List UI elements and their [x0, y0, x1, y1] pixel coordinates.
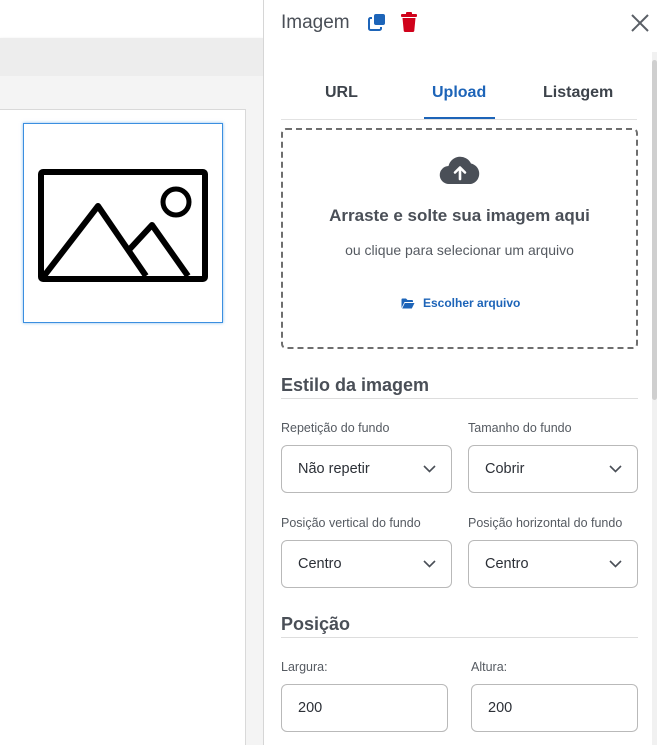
- repeat-label: Repetição do fundo: [281, 421, 390, 435]
- duplicate-icon[interactable]: [368, 13, 386, 31]
- chevron-down-icon: [423, 465, 436, 473]
- height-input[interactable]: 200: [471, 684, 638, 732]
- tab-listagem[interactable]: Listagem: [543, 84, 613, 102]
- chevron-down-icon: [609, 560, 622, 568]
- dropzone-title: Arraste e solte sua imagem aqui: [329, 206, 590, 225]
- vertical-position-select[interactable]: Centro: [281, 540, 452, 588]
- tab-upload[interactable]: Upload: [432, 84, 486, 102]
- panel-scrollbar-thumb[interactable]: [652, 60, 657, 400]
- width-input[interactable]: 200: [281, 684, 448, 732]
- width-label: Largura:: [281, 660, 328, 674]
- source-tabs: URL Upload Listagem: [281, 70, 637, 120]
- vertical-position-label: Posição vertical do fundo: [281, 516, 421, 530]
- image-placeholder-icon: [38, 169, 208, 282]
- close-icon[interactable]: [630, 13, 650, 33]
- chevron-down-icon: [423, 560, 436, 568]
- vertical-position-value: Centro: [298, 556, 342, 572]
- trash-icon[interactable]: [400, 12, 418, 32]
- width-value: 200: [298, 700, 323, 716]
- active-tab-indicator: [424, 117, 495, 119]
- cloud-upload-icon: [439, 156, 480, 185]
- folder-open-icon: [401, 298, 415, 308]
- selected-image-block[interactable]: [23, 123, 223, 323]
- tab-url[interactable]: URL: [325, 84, 358, 102]
- choose-file-label: Escolher arquivo: [423, 296, 521, 310]
- upload-dropzone[interactable]: Arraste e solte sua imagem aqui ou cliqu…: [281, 128, 638, 349]
- height-label: Altura:: [471, 660, 508, 674]
- repeat-select-value: Não repetir: [298, 461, 370, 477]
- style-section-title: Estilo da imagem: [281, 375, 638, 399]
- repeat-select[interactable]: Não repetir: [281, 445, 452, 493]
- size-label: Tamanho do fundo: [468, 421, 572, 435]
- height-value: 200: [488, 700, 513, 716]
- choose-file-button[interactable]: Escolher arquivo: [401, 296, 520, 310]
- position-section-title: Posição: [281, 614, 638, 638]
- dropzone-subtitle: ou clique para selecionar um arquivo: [345, 242, 574, 258]
- size-select[interactable]: Cobrir: [468, 445, 638, 493]
- size-select-value: Cobrir: [485, 461, 525, 477]
- image-settings-panel: Imagem URL Upload Listagem Arraste e sol…: [263, 0, 657, 745]
- canvas-header: [0, 0, 263, 38]
- horizontal-position-select[interactable]: Centro: [468, 540, 638, 588]
- horizontal-position-value: Centro: [485, 556, 529, 572]
- canvas-toolbar: [0, 38, 263, 76]
- chevron-down-icon: [609, 465, 622, 473]
- horizontal-position-label: Posição horizontal do fundo: [468, 516, 623, 530]
- panel-title: Imagem: [281, 12, 350, 33]
